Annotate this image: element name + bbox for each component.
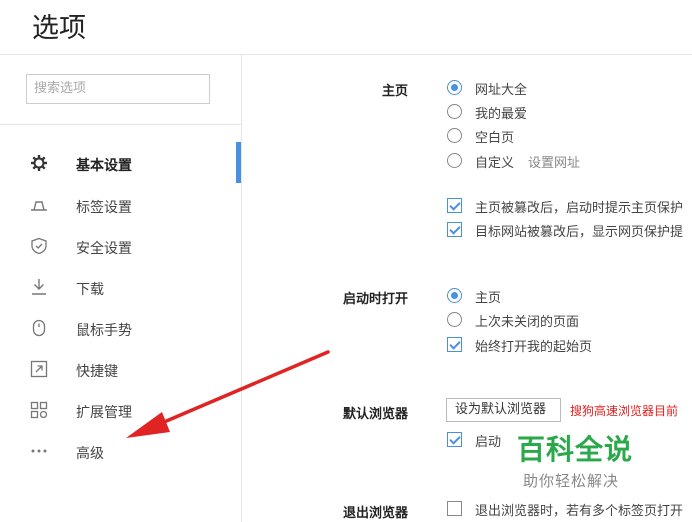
section-label-startup: 启动时打开: [342, 292, 408, 307]
checkbox-label: 始终打开我的起始页: [475, 340, 593, 355]
checkbox-unchecked[interactable]: [447, 501, 462, 516]
sidebar-divider: [241, 55, 242, 522]
sidebar-item-label: 标签设置: [76, 200, 132, 216]
sidebar-item-label: 基本设置: [76, 158, 132, 174]
tab-icon: [31, 201, 47, 211]
radio-unselected[interactable]: [447, 104, 462, 119]
radio-selected[interactable]: [447, 80, 462, 95]
sidebar-item-label: 高级: [76, 446, 104, 462]
checkbox-checked[interactable]: [447, 222, 462, 237]
sidebar-item-label: 扩展管理: [76, 405, 132, 421]
option-label: 空白页: [475, 131, 515, 146]
checkbox-label: 启动: [475, 435, 502, 450]
watermark-subtitle: 助你轻松解决: [523, 472, 620, 490]
sidebar-item-mouse-gesture[interactable]: 鼠标手势: [0, 310, 241, 346]
checkbox-label: 退出浏览器时，若有多个标签页打开: [475, 504, 684, 519]
sidebar-item-label: 快捷键: [76, 364, 118, 380]
section-label-default-browser: 默认浏览器: [342, 407, 408, 422]
sidebar-item-label: 下载: [76, 282, 104, 298]
set-default-browser-button[interactable]: 设为默认浏览器: [446, 398, 561, 422]
radio-unselected[interactable]: [447, 128, 462, 143]
sidebar-item-advanced[interactable]: 高级: [0, 433, 241, 469]
option-label-wrap: 自定义 设置网址: [475, 152, 580, 171]
sidebar-item-basic[interactable]: 基本设置: [0, 142, 241, 183]
sidebar-item-label: 安全设置: [76, 241, 132, 257]
page-title: 选项: [32, 13, 86, 44]
watermark-logo: 百科全说 助你轻松解决: [517, 428, 657, 491]
checkbox-label: 主页被篡改后，启动时提示主页保护: [475, 201, 684, 216]
section-label-exit-browser: 退出浏览器: [342, 506, 408, 521]
more-dots-icon: [31, 449, 47, 453]
option-label: 我的最爱: [475, 107, 528, 122]
shortcut-icon: [30, 360, 48, 378]
option-label: 上次未关闭的页面: [475, 315, 580, 330]
option-label: 主页: [475, 291, 502, 306]
sidebar-item-download[interactable]: 下载: [0, 269, 241, 305]
download-icon: [32, 279, 46, 295]
watermark-title: 百科全说: [517, 433, 634, 466]
sidebar-item-label: 鼠标手势: [76, 323, 132, 339]
shield-icon: [31, 237, 47, 255]
checkbox-checked[interactable]: [447, 198, 462, 213]
extensions-icon: [30, 401, 48, 419]
sidebar-item-extensions[interactable]: 扩展管理: [0, 392, 241, 428]
search-divider: [0, 124, 241, 125]
default-browser-note: 搜狗高速浏览器目前: [570, 404, 679, 418]
sidebar-item-shortcuts[interactable]: 快捷键: [0, 351, 241, 387]
radio-unselected[interactable]: [447, 312, 462, 327]
option-label: 网址大全: [475, 83, 528, 98]
search-input[interactable]: 搜索选项: [26, 74, 210, 104]
set-url-link[interactable]: 设置网址: [528, 156, 580, 171]
gear-icon: [31, 155, 47, 171]
mouse-icon: [32, 319, 46, 337]
sidebar-item-tabs[interactable]: 标签设置: [0, 187, 241, 223]
checkbox-checked[interactable]: [447, 337, 462, 352]
checkbox-label: 目标网站被篡改后，显示网页保护提: [475, 225, 684, 240]
active-indicator: [236, 142, 241, 183]
checkbox-checked[interactable]: [447, 432, 462, 447]
option-label: 自定义: [475, 156, 515, 171]
section-label-homepage: 主页: [381, 84, 408, 99]
sidebar-item-security[interactable]: 安全设置: [0, 228, 241, 264]
radio-selected[interactable]: [447, 288, 462, 303]
radio-unselected[interactable]: [447, 153, 462, 168]
